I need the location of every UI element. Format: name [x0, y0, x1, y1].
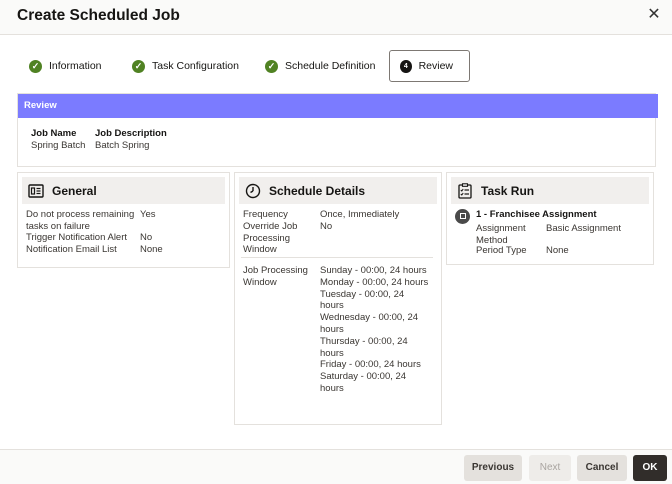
window-entry: Wednesday - 00:00, 24 hours: [320, 312, 419, 335]
step-schedule-definition[interactable]: ✓ Schedule Definition: [265, 50, 375, 82]
next-button[interactable]: Next: [529, 455, 571, 481]
job-description-field: Job Description Batch Spring: [95, 128, 167, 152]
window-entry: Sunday - 00:00, 24 hours: [320, 265, 427, 276]
schedule-details-card: Schedule Details Frequency Once, Immedia…: [234, 172, 442, 425]
general-card: General Do not process remaining tasks o…: [17, 172, 230, 268]
ok-button[interactable]: OK: [633, 455, 667, 481]
step-train: ✓ Information ✓ Task Configuration ✓ Sch…: [0, 50, 672, 84]
step-label: Schedule Definition: [285, 60, 376, 72]
job-name-field: Job Name Spring Batch: [31, 128, 85, 152]
review-header-bar: Review: [18, 94, 658, 118]
checklist-icon: [458, 182, 472, 199]
general-label: Notification Email List: [26, 244, 117, 255]
job-description-label: Job Description: [95, 128, 167, 139]
frequency-value: Once, Immediately: [320, 209, 400, 220]
general-card-title: General: [52, 183, 97, 198]
period-type-value: None: [546, 245, 569, 256]
step-number-badge: 4: [400, 59, 412, 73]
general-label: Do not process remaining tasks on failur…: [26, 209, 135, 232]
cancel-button[interactable]: Cancel: [577, 455, 627, 481]
job-description-value: Batch Spring: [95, 140, 150, 151]
window-entry: Thursday - 00:00, 24 hours: [320, 335, 408, 359]
create-scheduled-job-dialog: Create Scheduled Job ✕ ✓ Information ✓ T…: [0, 0, 672, 484]
dialog-content: ✓ Information ✓ Task Configuration ✓ Sch…: [0, 35, 672, 449]
window-entry: Friday - 00:00, 24 hours: [320, 359, 421, 371]
task-title: 1 - Franchisee Assignment: [476, 209, 597, 220]
job-name-label: Job Name: [31, 128, 77, 139]
schedule-card-header: Schedule Details: [239, 177, 437, 204]
schedule-divider: [241, 257, 433, 258]
check-circle-icon: ✓: [265, 59, 278, 73]
step-task-configuration[interactable]: ✓ Task Configuration: [132, 50, 239, 82]
step-label: Review: [418, 60, 453, 72]
override-label: Override Job Processing Window: [243, 221, 298, 255]
step-label: Information: [49, 60, 102, 72]
task-run-card-title: Task Run: [481, 183, 535, 198]
processing-window-list: Sunday - 00:00, 24 hours Monday - 00:00,…: [320, 265, 430, 395]
assignment-method-label: Assignment Method: [476, 223, 526, 246]
general-label: Trigger Notification Alert: [26, 232, 128, 243]
close-icon[interactable]: ✕: [645, 6, 663, 24]
check-circle-icon: ✓: [132, 59, 145, 73]
processing-window-label: Job Processing Window: [243, 265, 308, 288]
general-card-header: General: [22, 177, 225, 204]
task-badge-icon: [455, 209, 470, 224]
general-value: No: [140, 232, 153, 243]
review-section: Review Job Name Spring Batch Job Descrip…: [17, 93, 658, 167]
dialog-title: Create Scheduled Job: [17, 7, 180, 24]
list-card-icon: [28, 183, 44, 198]
previous-button[interactable]: Previous: [464, 455, 522, 481]
task-run-card-header: Task Run: [451, 177, 649, 204]
window-entry: Monday - 00:00, 24 hours: [320, 276, 429, 288]
general-value: Yes: [140, 209, 156, 220]
general-value: None: [140, 244, 163, 255]
assignment-method-value: Basic Assignment: [546, 223, 621, 234]
step-review[interactable]: 4 Review: [389, 50, 470, 82]
frequency-label: Frequency: [243, 209, 288, 220]
check-circle-icon: ✓: [29, 59, 42, 73]
window-entry: Tuesday - 00:00, 24 hours: [320, 288, 405, 312]
dialog-footer: Previous Next Cancel OK: [0, 449, 672, 484]
window-entry: Saturday - 00:00, 24 hours: [320, 371, 407, 394]
override-value: No: [320, 221, 333, 232]
step-label: Task Configuration: [152, 60, 239, 72]
schedule-card-title: Schedule Details: [269, 183, 366, 198]
period-type-label: Period Type: [476, 245, 527, 256]
step-information[interactable]: ✓ Information: [29, 50, 102, 82]
job-name-value: Spring Batch: [31, 140, 86, 151]
clock-icon: [245, 183, 261, 198]
dialog-header: Create Scheduled Job ✕: [0, 0, 672, 34]
task-run-card: Task Run 1 - Franchisee Assignment Assig…: [446, 172, 654, 265]
